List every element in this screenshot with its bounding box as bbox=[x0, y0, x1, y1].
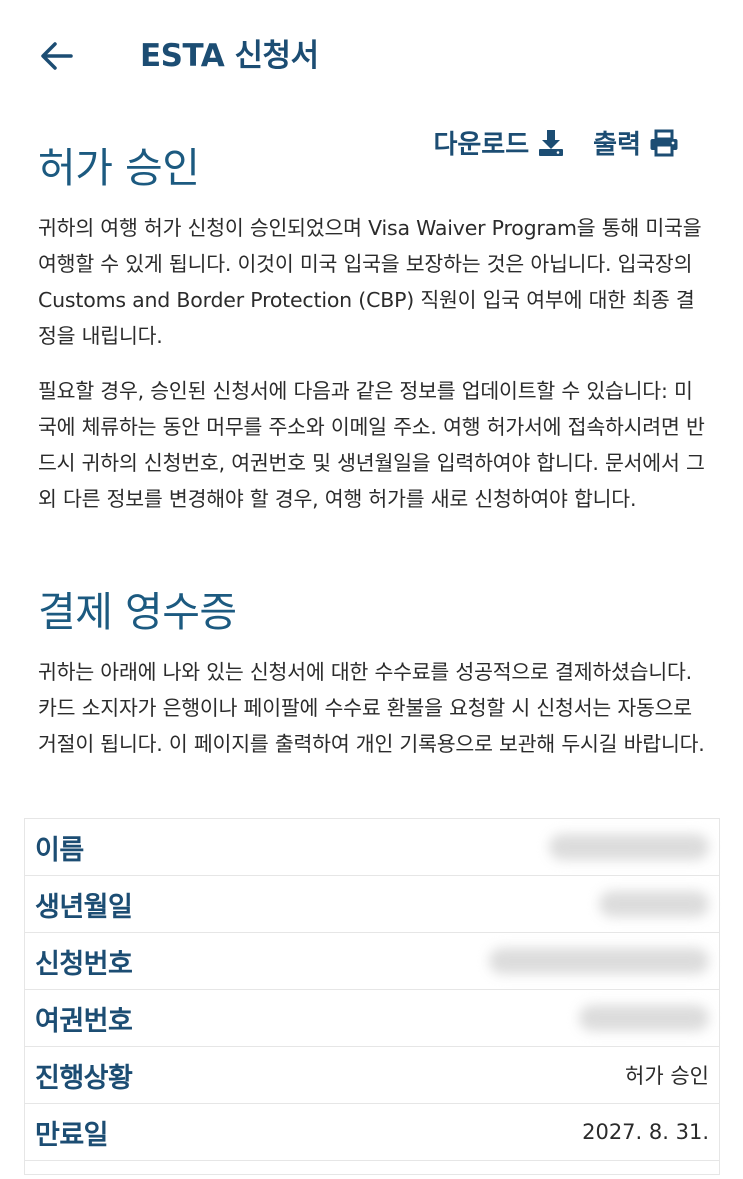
approval-paragraph-1: 귀하의 여행 허가 신청이 승인되었으며 Visa Waiver Program… bbox=[38, 216, 702, 348]
table-row-application-number: 신청번호 bbox=[25, 933, 719, 990]
application-info-table: 이름 생년월일 신청번호 여권번호 진행상황 허가 승인 만료일 2027. 8… bbox=[24, 818, 720, 1175]
row-label: 여권번호 bbox=[35, 1005, 133, 1037]
row-label: 만료일 bbox=[35, 1119, 109, 1151]
top-bar: ESTA 신청서 bbox=[0, 0, 743, 110]
back-button[interactable] bbox=[34, 34, 78, 78]
row-label: 신청번호 bbox=[35, 948, 133, 980]
approval-heading: 허가 승인 bbox=[38, 144, 200, 192]
action-bar: 다운로드 출력 bbox=[433, 124, 679, 161]
row-label: 이름 bbox=[35, 834, 84, 866]
table-row-passport-number: 여권번호 bbox=[25, 990, 719, 1047]
print-button[interactable]: 출력 bbox=[593, 124, 679, 161]
approval-paragraph-2: 필요할 경우, 승인된 신청서에 다음과 같은 정보를 업데이트할 수 있습니다… bbox=[38, 379, 705, 511]
row-value: 허가 승인 bbox=[625, 1064, 709, 1088]
download-button[interactable]: 다운로드 bbox=[433, 124, 565, 161]
table-row-empty bbox=[25, 1161, 719, 1175]
redacted-value bbox=[549, 834, 709, 860]
table-row-status: 진행상황 허가 승인 bbox=[25, 1047, 719, 1104]
table-row-expiration: 만료일 2027. 8. 31. bbox=[25, 1104, 719, 1161]
printer-icon bbox=[650, 129, 678, 156]
arrow-left-icon bbox=[41, 42, 73, 70]
row-label: 진행상황 bbox=[35, 1062, 133, 1094]
receipt-heading: 결제 영수증 bbox=[38, 588, 237, 636]
download-icon bbox=[539, 129, 564, 156]
redacted-value bbox=[599, 891, 709, 917]
table-row-name: 이름 bbox=[25, 819, 719, 876]
download-label: 다운로드 bbox=[433, 130, 530, 160]
redacted-value bbox=[489, 948, 709, 974]
row-label: 생년월일 bbox=[35, 891, 133, 923]
row-value: 2027. 8. 31. bbox=[582, 1120, 709, 1144]
table-row-birthdate: 생년월일 bbox=[25, 876, 719, 933]
redacted-value bbox=[579, 1005, 709, 1031]
receipt-paragraph: 귀하는 아래에 나와 있는 신청서에 대한 수수료를 성공적으로 결제하셨습니다… bbox=[38, 660, 705, 756]
print-label: 출력 bbox=[593, 130, 641, 160]
page-title: ESTA 신청서 bbox=[140, 38, 319, 74]
